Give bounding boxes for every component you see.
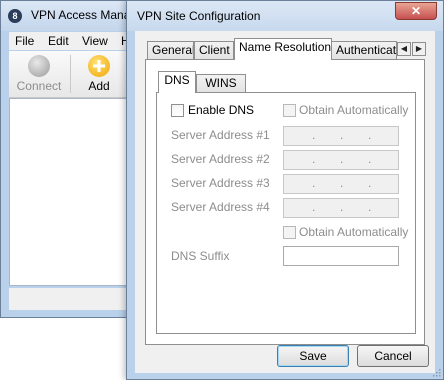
- menu-bar: File Edit View H: [9, 32, 133, 50]
- connect-icon: [28, 55, 50, 77]
- name-resolution-panel: DNS WINS Enable DNS Obtain Automatically…: [145, 59, 425, 345]
- close-icon: ✕: [410, 4, 422, 18]
- menu-file[interactable]: File: [15, 34, 34, 48]
- add-button[interactable]: Add: [69, 53, 129, 95]
- server-address-4-field[interactable]: . . .: [283, 198, 399, 218]
- tab-client[interactable]: Client: [194, 41, 234, 59]
- menu-edit[interactable]: Edit: [48, 34, 69, 48]
- tab-authentication[interactable]: Authenticati: [331, 41, 397, 59]
- ip-dot: .: [368, 128, 372, 142]
- site-list[interactable]: [9, 98, 133, 286]
- add-icon: [88, 55, 110, 77]
- ip-dot: .: [340, 152, 344, 166]
- cancel-button[interactable]: Cancel: [357, 345, 429, 367]
- server-address-3-label: Server Address #3: [171, 176, 270, 190]
- ip-dot: .: [312, 176, 316, 190]
- resize-grip-icon[interactable]: [431, 367, 441, 377]
- ip-dot: .: [368, 176, 372, 190]
- dns-panel: Enable DNS Obtain Automatically Server A…: [156, 92, 416, 334]
- background-window-title: VPN Access Manag: [31, 8, 138, 22]
- ip-dot: .: [340, 200, 344, 214]
- ip-dot: .: [340, 176, 344, 190]
- tab-scroll-right-icon[interactable]: ▶: [412, 42, 426, 56]
- subtab-wins[interactable]: WINS: [196, 74, 246, 92]
- dns-suffix-input[interactable]: [283, 246, 399, 266]
- connect-button[interactable]: Connect: [9, 53, 69, 95]
- ip-dot: .: [368, 200, 372, 214]
- tab-strip: General Client Name Resolution Authentic…: [135, 31, 435, 60]
- close-button[interactable]: ✕: [395, 2, 437, 20]
- menu-view[interactable]: View: [82, 34, 108, 48]
- background-window: 8 VPN Access Manag File Edit View H Conn…: [0, 0, 140, 318]
- subtab-dns[interactable]: DNS: [158, 71, 196, 93]
- tab-general[interactable]: General: [147, 41, 194, 59]
- dialog-client-area: General Client Name Resolution Authentic…: [135, 31, 435, 373]
- server-address-2-label: Server Address #2: [171, 152, 270, 166]
- server-address-2-field[interactable]: . . .: [283, 150, 399, 170]
- connect-label: Connect: [16, 79, 62, 93]
- ip-dot: .: [340, 128, 344, 142]
- server-address-3-field[interactable]: . . .: [283, 174, 399, 194]
- vpn-site-configuration-dialog: VPN Site Configuration ✕ General Client …: [126, 0, 444, 380]
- obtain-automatically-label-2: Obtain Automatically: [299, 225, 409, 239]
- server-address-1-label: Server Address #1: [171, 128, 270, 142]
- server-address-4-label: Server Address #4: [171, 200, 270, 214]
- enable-dns-label: Enable DNS: [188, 103, 255, 117]
- tab-name-resolution[interactable]: Name Resolution: [234, 38, 332, 60]
- dialog-title: VPN Site Configuration: [137, 9, 261, 23]
- ip-dot: .: [312, 200, 316, 214]
- add-label: Add: [88, 79, 110, 93]
- enable-dns-checkbox[interactable]: [171, 104, 184, 117]
- status-bar: [9, 288, 133, 310]
- ip-dot: .: [312, 128, 316, 142]
- app-icon: 8: [8, 9, 22, 23]
- toolbar: Connect Add: [9, 51, 133, 98]
- ip-dot: .: [312, 152, 316, 166]
- ip-dot: .: [368, 152, 372, 166]
- tab-scroll-left-icon[interactable]: ◀: [397, 42, 411, 56]
- obtain-automatically-checkbox-2[interactable]: [283, 226, 296, 239]
- server-address-1-field[interactable]: . . .: [283, 126, 399, 146]
- obtain-automatically-checkbox-1[interactable]: [283, 104, 296, 117]
- save-button[interactable]: Save: [277, 345, 349, 367]
- dialog-title-bar[interactable]: VPN Site Configuration ✕: [127, 1, 443, 31]
- obtain-automatically-label-1: Obtain Automatically: [299, 103, 409, 117]
- tab-scroll-arrows: ◀ ▶: [397, 42, 427, 56]
- background-title-bar[interactable]: 8 VPN Access Manag: [1, 1, 139, 31]
- dns-suffix-label: DNS Suffix: [171, 249, 230, 263]
